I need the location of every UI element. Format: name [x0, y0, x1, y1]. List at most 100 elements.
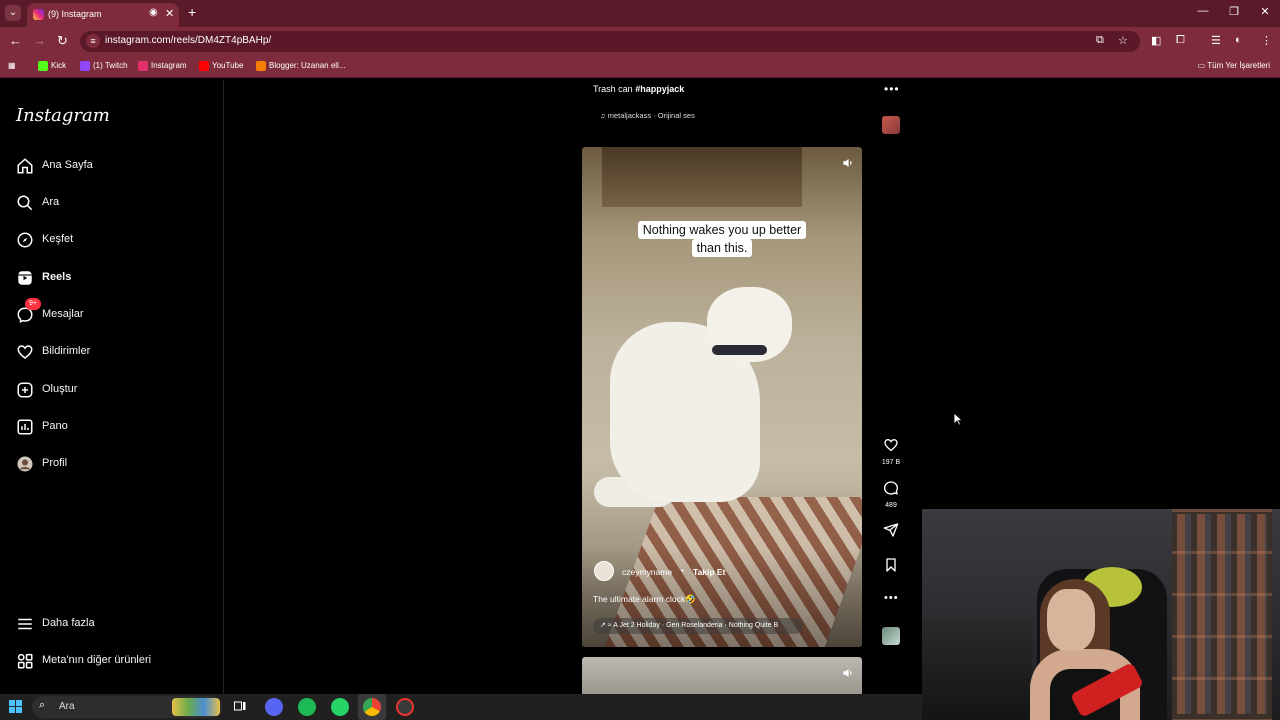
heart-icon — [17, 345, 33, 359]
new-tab-icon[interactable]: + — [188, 4, 196, 20]
address-bar[interactable]: ≡ instagram.com/reels/DM4ZT4pBAHp/ ⧉ ☆ — [80, 31, 1140, 52]
restore-icon[interactable]: ❐ — [1224, 5, 1244, 18]
comment-count: 489 — [885, 502, 897, 509]
volume-icon[interactable] — [841, 156, 855, 170]
sidebar-item-label: Meta'nın diğer ürünleri — [42, 654, 152, 666]
bookmark-label: YouTube — [212, 61, 244, 71]
bookmark-blogger[interactable]: Blogger: Uzanan ell... — [256, 61, 346, 71]
folder-icon: ▭ — [1197, 61, 1208, 70]
author-avatar[interactable] — [594, 561, 614, 581]
comment-button[interactable]: 489 — [880, 480, 902, 509]
tab-instagram[interactable]: (9) Instagram ◉ ✕ — [27, 3, 179, 27]
compass-icon — [17, 232, 33, 248]
sidebar-item-explore[interactable]: Keşfet — [16, 230, 216, 252]
next-reel-video[interactable] — [582, 657, 862, 694]
video-caption-overlay: Nothing wakes you up better than this. — [627, 221, 817, 257]
bookmark-twitch[interactable]: (1) Twitch — [80, 61, 128, 71]
forward-icon[interactable]: → — [33, 33, 46, 48]
taskbar-search-label: Ara — [59, 701, 75, 712]
back-icon[interactable]: ← — [9, 33, 22, 48]
media-controls-icon[interactable]: ☰ — [1211, 34, 1221, 47]
tab-search-icon[interactable]: ⌄ — [5, 5, 21, 21]
save-button[interactable] — [880, 557, 902, 578]
sidebar-item-create[interactable]: Oluştur — [16, 380, 216, 402]
whatsapp-icon[interactable] — [331, 698, 349, 716]
post-caption[interactable]: The ultimate alarm clock🤣 — [593, 594, 696, 605]
sidebar-item-notifications[interactable]: Bildirimler — [16, 342, 216, 364]
install-app-icon[interactable]: ⧉ — [1096, 34, 1104, 47]
like-button[interactable]: 197 B — [880, 437, 902, 466]
kick-icon — [38, 61, 48, 71]
translate-icon[interactable]: ◧ — [1151, 34, 1161, 47]
tab-strip: ⌄ (9) Instagram ◉ ✕ + — ❐ ✕ — [0, 0, 1280, 27]
url-text[interactable]: instagram.com/reels/DM4ZT4pBAHp/ — [105, 35, 271, 46]
sidebar-item-label: Profil — [42, 457, 68, 469]
obs-icon[interactable] — [396, 698, 414, 716]
youtube-icon — [199, 61, 209, 71]
task-view-icon[interactable] — [234, 700, 246, 712]
sidebar-item-dashboard[interactable]: Pano — [16, 417, 216, 439]
windows-start-icon[interactable] — [9, 700, 22, 713]
reload-icon[interactable]: ↻ — [57, 33, 68, 49]
avatar — [17, 456, 33, 472]
sidebar-item-reels[interactable]: Reels — [16, 268, 216, 290]
shelf-items — [1177, 514, 1267, 714]
share-button[interactable] — [880, 522, 902, 543]
apps-grid-icon[interactable]: ▦ — [8, 61, 16, 70]
bookmark-youtube[interactable]: YouTube — [199, 61, 243, 71]
taskbar-search[interactable]: ⌕ Ara — [32, 696, 222, 718]
bookmark-icon — [886, 558, 896, 572]
sidebar-item-profile[interactable]: Profil — [16, 454, 216, 476]
site-info-icon[interactable]: ≡ — [86, 34, 100, 48]
more-options-icon[interactable]: ••• — [884, 82, 900, 96]
sidebar-item-label: Oluştur — [42, 383, 78, 395]
spotify-icon[interactable] — [298, 698, 316, 716]
sidebar-item-meta[interactable]: Meta'nın diğer ürünleri — [16, 651, 216, 673]
instagram-logo[interactable]: Instagram — [16, 105, 110, 126]
close-window-icon[interactable]: ✕ — [1255, 5, 1275, 18]
minimize-icon[interactable]: — — [1193, 5, 1213, 17]
more-actions-icon[interactable]: ••• — [884, 592, 899, 604]
reel-hashtag[interactable]: #happyjack — [635, 84, 684, 94]
reel-video[interactable]: Nothing wakes you up better than this. c… — [582, 147, 862, 647]
bookmarks-bar: ▦ Kick (1) Twitch Instagram YouTube Blog… — [0, 56, 1280, 78]
sidebar-item-search[interactable]: Ara — [16, 193, 216, 215]
sidebar-item-label: Ara — [42, 196, 60, 208]
sidebar-item-label: Ana Sayfa — [42, 159, 93, 171]
all-bookmarks[interactable]: ▭ Tüm Yer İşaretleri — [1198, 61, 1270, 70]
bookmark-star-icon[interactable]: ☆ — [1118, 34, 1128, 47]
bookmark-label: Blogger: Uzanan ell... — [269, 61, 346, 71]
streamer-face — [1047, 589, 1095, 651]
volume-icon[interactable] — [841, 666, 855, 680]
audio-thumbnail[interactable] — [882, 116, 900, 134]
reel-title-text: Trash can — [593, 84, 636, 94]
audio-thumbnail[interactable] — [882, 627, 900, 645]
sidebar-item-messages[interactable]: 9+ Mesajlar — [16, 298, 216, 327]
extensions-icon[interactable]: ⧠ — [1176, 34, 1185, 47]
tab-audio-icon[interactable]: ◉ — [149, 7, 158, 18]
sidebar-item-label: Reels — [42, 271, 72, 283]
discord-icon[interactable] — [265, 698, 283, 716]
follow-button[interactable]: Takip Et — [693, 567, 725, 577]
tab-close-icon[interactable]: ✕ — [165, 7, 174, 20]
bookmark-instagram[interactable]: Instagram — [138, 61, 187, 71]
reel-audio[interactable]: ♫ metaljackass · Orijinal ses — [600, 111, 695, 120]
audio-attribution-pill[interactable]: ↗ ≈ A Jet 2 Holiday · Gen Roselanderia ·… — [593, 618, 803, 634]
plus-square-icon — [17, 382, 33, 398]
menu-kebab-icon[interactable]: ⋮ — [1261, 34, 1272, 47]
sidebar-item-more[interactable]: Daha fazla — [16, 614, 216, 636]
bookmark-kick[interactable]: Kick — [38, 61, 66, 71]
bookmark-label: Instagram — [151, 61, 187, 71]
sidebar-item-home[interactable]: Ana Sayfa — [16, 156, 216, 178]
tab-title: (9) Instagram — [48, 9, 102, 19]
chrome-icon[interactable] — [363, 698, 381, 716]
chair-legs-image — [602, 147, 802, 207]
profile-avatar-icon[interactable]: ◐ — [1235, 34, 1242, 46]
video-caption-line: than this. — [691, 239, 753, 257]
reel-audio-label: metaljackass · Orijinal ses — [607, 111, 695, 120]
search-icon: ⌕ — [39, 699, 46, 711]
author-username[interactable]: czeymyname — [622, 567, 672, 577]
separator-dot: • — [681, 566, 684, 575]
sidebar-item-label: Bildirimler — [42, 345, 91, 357]
windows-taskbar: ⌕ Ara — [0, 694, 922, 720]
